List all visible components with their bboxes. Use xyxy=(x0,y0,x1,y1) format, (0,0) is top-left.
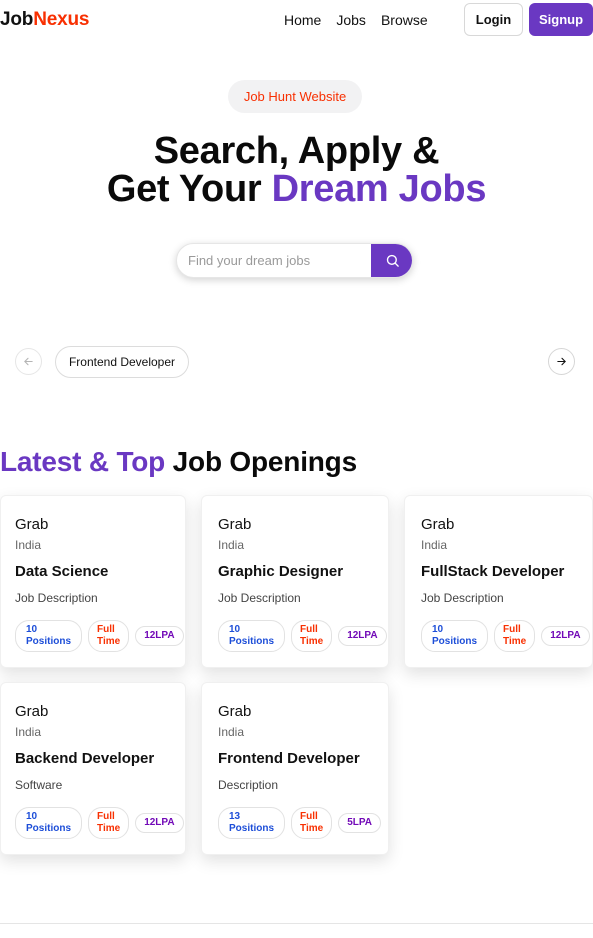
positions-count: 10 xyxy=(229,624,241,635)
job-title: Graphic Designer xyxy=(218,563,344,580)
logo-text-nexus: Nexus xyxy=(33,9,90,30)
search-button[interactable] xyxy=(371,244,412,277)
login-button[interactable]: Login xyxy=(464,3,523,36)
carousel-prev-button[interactable] xyxy=(15,348,42,375)
job-type-word1: Full xyxy=(300,624,318,635)
carousel-item-category[interactable]: Frontend Developer xyxy=(55,346,189,378)
job-company: Grab xyxy=(421,516,455,533)
job-badges: 10 Positions Full Time 12LPA xyxy=(15,807,184,839)
job-location: India xyxy=(15,725,42,739)
positions-badge: 10 Positions xyxy=(218,620,286,652)
job-type-badge: Full Time xyxy=(291,807,333,839)
job-description: Software xyxy=(15,778,63,792)
job-type-word2: Time xyxy=(503,636,527,647)
job-type-badge: Full Time xyxy=(494,620,536,652)
positions-count: 10 xyxy=(26,811,38,822)
job-badges: 13 Positions Full Time 5LPA xyxy=(218,807,382,839)
job-title: Frontend Developer xyxy=(218,750,360,767)
section-title-rest: Job Openings xyxy=(165,446,357,477)
job-badges: 10 Positions Full Time 12LPA xyxy=(15,620,184,652)
salary-badge: 12LPA xyxy=(541,626,590,646)
salary-badge: 12LPA xyxy=(135,813,184,833)
search-bar xyxy=(176,243,413,278)
salary-badge: 5LPA xyxy=(338,813,382,833)
job-type-badge: Full Time xyxy=(88,620,130,652)
hero-title-line1: Search, Apply & xyxy=(153,130,440,172)
job-location: India xyxy=(15,538,42,552)
job-description: Description xyxy=(218,778,279,792)
job-card[interactable]: Grab India FullStack Developer Job Descr… xyxy=(404,495,593,668)
positions-badge: 10 Positions xyxy=(421,620,489,652)
job-location: India xyxy=(421,538,448,552)
positions-count: 10 xyxy=(432,624,444,635)
hero-title-highlight: Dream Jobs xyxy=(271,168,487,210)
positions-badge: 10 Positions xyxy=(15,620,83,652)
job-card[interactable]: Grab India Backend Developer Software 10… xyxy=(0,682,186,855)
job-badges: 10 Positions Full Time 12LPA xyxy=(218,620,387,652)
salary-badge: 12LPA xyxy=(135,626,184,646)
positions-label: Positions xyxy=(432,636,478,647)
arrow-right-icon xyxy=(557,357,566,366)
salary-badge: 12LPA xyxy=(338,626,387,646)
job-company: Grab xyxy=(15,703,49,720)
job-type-word2: Time xyxy=(300,823,324,834)
nav-link-jobs[interactable]: Jobs xyxy=(336,12,366,28)
job-card[interactable]: Grab India Data Science Job Description … xyxy=(0,495,186,668)
job-card[interactable]: Grab India Frontend Developer Descriptio… xyxy=(201,682,389,855)
search-input[interactable] xyxy=(177,244,371,277)
job-company: Grab xyxy=(218,703,252,720)
job-type-word1: Full xyxy=(503,624,521,635)
search-icon xyxy=(386,254,399,267)
job-company: Grab xyxy=(15,516,49,533)
job-type-word2: Time xyxy=(97,823,121,834)
logo[interactable]: JobNexus xyxy=(0,9,89,31)
positions-label: Positions xyxy=(26,823,72,834)
arrow-left-icon xyxy=(24,357,33,366)
positions-count: 13 xyxy=(229,811,241,822)
positions-badge: 10 Positions xyxy=(15,807,83,839)
job-title: FullStack Developer xyxy=(421,563,565,580)
job-type-word2: Time xyxy=(300,636,324,647)
nav-link-browse[interactable]: Browse xyxy=(381,12,428,28)
job-description: Job Description xyxy=(421,591,504,605)
nav-links: Home Jobs Browse xyxy=(284,12,428,28)
job-description: Job Description xyxy=(15,591,98,605)
job-company: Grab xyxy=(218,516,252,533)
job-type-badge: Full Time xyxy=(88,807,130,839)
job-type-word1: Full xyxy=(97,624,115,635)
section-title-highlight: Latest & Top xyxy=(0,446,166,477)
job-location: India xyxy=(218,725,245,739)
job-title: Backend Developer xyxy=(15,750,155,767)
hero-badge: Job Hunt Website xyxy=(228,80,362,113)
section-title: Latest & Top Job Openings xyxy=(0,446,357,478)
job-card[interactable]: Grab India Graphic Designer Job Descript… xyxy=(201,495,389,668)
positions-count: 10 xyxy=(26,624,38,635)
positions-badge: 13 Positions xyxy=(218,807,286,839)
nav-link-home[interactable]: Home xyxy=(284,12,321,28)
positions-label: Positions xyxy=(229,823,275,834)
job-location: India xyxy=(218,538,245,552)
job-type-badge: Full Time xyxy=(291,620,333,652)
job-type-word1: Full xyxy=(97,811,115,822)
job-type-word2: Time xyxy=(97,636,121,647)
carousel-next-button[interactable] xyxy=(548,348,575,375)
footer-divider xyxy=(0,923,593,924)
job-title: Data Science xyxy=(15,563,109,580)
signup-button[interactable]: Signup xyxy=(529,3,593,36)
positions-label: Positions xyxy=(229,636,275,647)
job-badges: 10 Positions Full Time 12LPA xyxy=(421,620,590,652)
positions-label: Positions xyxy=(26,636,72,647)
hero-title-line2a: Get Your xyxy=(106,168,272,210)
hero-title: Search, Apply & Get Your Dream Jobs xyxy=(0,132,593,208)
job-description: Job Description xyxy=(218,591,301,605)
job-type-word1: Full xyxy=(300,811,318,822)
logo-text-job: Job xyxy=(0,9,34,30)
navbar: JobNexus Home Jobs Browse Login Signup xyxy=(0,0,593,40)
